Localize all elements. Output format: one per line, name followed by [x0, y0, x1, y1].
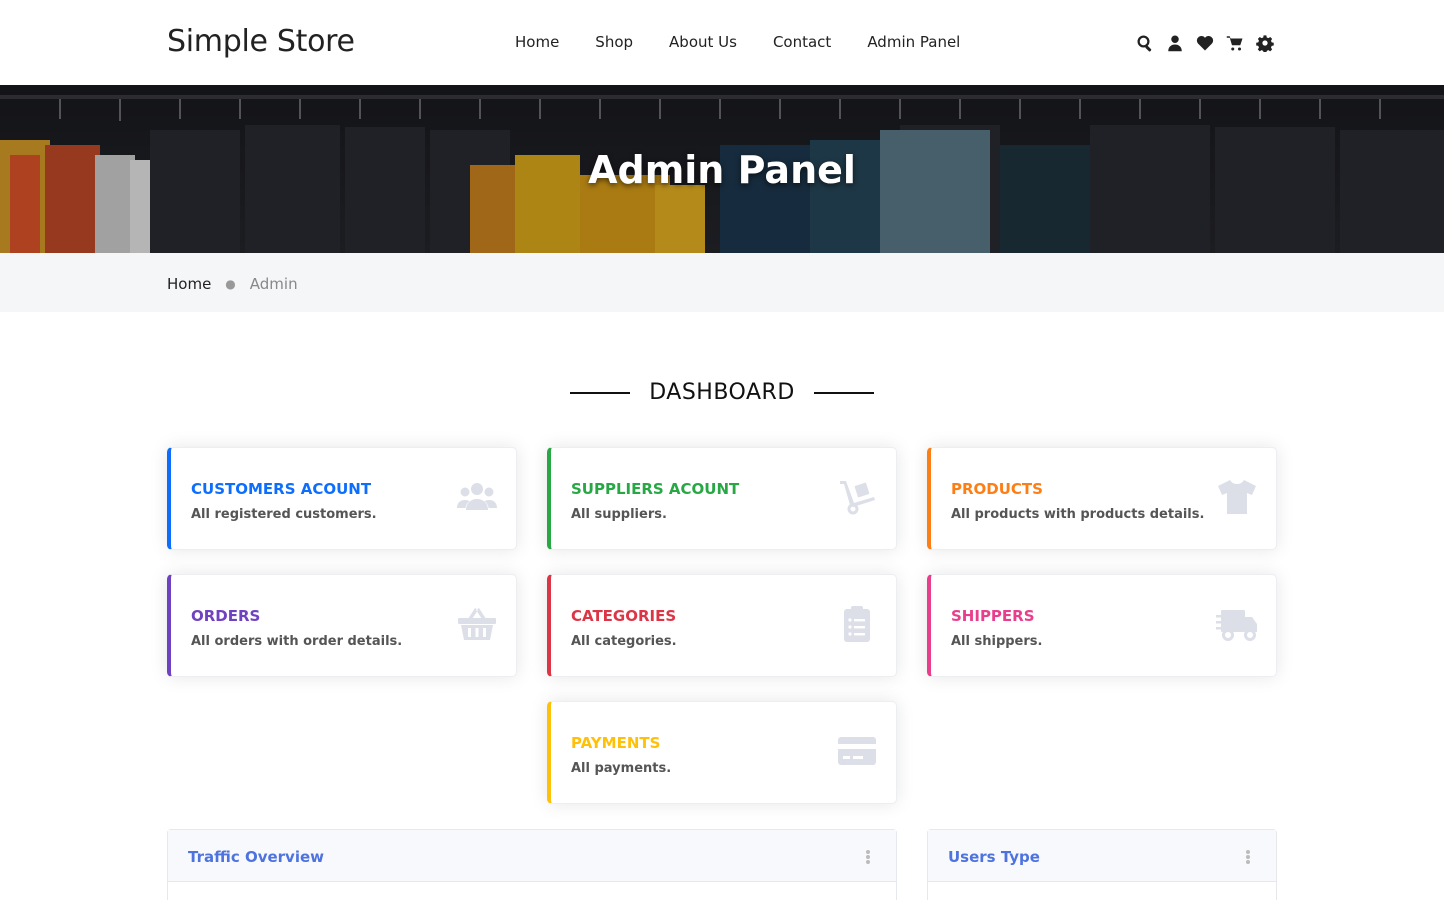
- brand-logo[interactable]: Simple Store: [167, 24, 355, 59]
- cart-icon[interactable]: [1226, 34, 1244, 52]
- card-description: All payments.: [571, 761, 672, 776]
- panel-title: Users Type: [948, 848, 1040, 866]
- card-products[interactable]: PRODUCTS All products with products deta…: [927, 447, 1277, 550]
- basket-icon: [456, 605, 498, 643]
- panel-header: Users Type: [928, 830, 1276, 882]
- dashboard-heading: DASHBOARD: [0, 380, 1444, 405]
- card-categories[interactable]: CATEGORIES All categories.: [547, 574, 897, 677]
- card-description: All orders with order details.: [191, 634, 403, 649]
- nav-about-us[interactable]: About Us: [669, 33, 737, 51]
- truck-icon: [1216, 605, 1258, 643]
- card-description: All suppliers.: [571, 507, 667, 522]
- card-title: SHIPPERS: [951, 607, 1035, 625]
- card-description: All registered customers.: [191, 507, 377, 522]
- card-description: All categories.: [571, 634, 677, 649]
- credit-card-icon: [836, 732, 878, 770]
- heading-line-right: [813, 391, 874, 394]
- site-header: Simple Store Home Shop About Us Contact …: [0, 0, 1444, 85]
- dashboard-title: DASHBOARD: [649, 380, 795, 405]
- nav-admin-panel[interactable]: Admin Panel: [867, 33, 960, 51]
- nav-home[interactable]: Home: [515, 33, 559, 51]
- header-icons: [1136, 34, 1286, 53]
- breadcrumb-home[interactable]: Home: [167, 275, 211, 293]
- card-title: PAYMENTS: [571, 734, 661, 752]
- search-icon[interactable]: [1136, 34, 1154, 52]
- gear-icon[interactable]: [1256, 34, 1274, 53]
- breadcrumb: Home ● Admin: [167, 275, 298, 293]
- main-nav: Home Shop About Us Contact Admin Panel: [515, 33, 996, 51]
- breadcrumb-bar: Home ● Admin: [0, 253, 1444, 312]
- hero-banner: Admin Panel: [0, 85, 1444, 253]
- card-title: CATEGORIES: [571, 607, 677, 625]
- user-icon[interactable]: [1166, 34, 1184, 52]
- panel-title: Traffic Overview: [188, 848, 324, 866]
- users-icon: [456, 478, 498, 516]
- card-orders[interactable]: ORDERS All orders with order details.: [167, 574, 517, 677]
- dolly-icon: [836, 478, 878, 516]
- card-customers[interactable]: CUSTOMERS ACOUNT All registered customer…: [167, 447, 517, 550]
- card-description: All products with products details.: [951, 507, 1205, 522]
- card-title: SUPPLIERS ACOUNT: [571, 480, 740, 498]
- breadcrumb-separator: ●: [225, 277, 236, 291]
- card-title: ORDERS: [191, 607, 261, 625]
- card-payments[interactable]: PAYMENTS All payments.: [547, 701, 897, 804]
- heading-line-left: [570, 391, 631, 394]
- more-options-icon[interactable]: [1246, 850, 1250, 864]
- nav-shop[interactable]: Shop: [595, 33, 633, 51]
- more-options-icon[interactable]: [866, 850, 870, 864]
- panel-header: Traffic Overview: [168, 830, 896, 882]
- traffic-overview-panel: Traffic Overview: [167, 829, 897, 900]
- card-suppliers[interactable]: SUPPLIERS ACOUNT All suppliers.: [547, 447, 897, 550]
- card-description: All shippers.: [951, 634, 1043, 649]
- clipboard-list-icon: [836, 605, 878, 643]
- tshirt-icon: [1216, 478, 1258, 516]
- breadcrumb-current: Admin: [249, 275, 298, 293]
- card-shippers[interactable]: SHIPPERS All shippers.: [927, 574, 1277, 677]
- card-title: CUSTOMERS ACOUNT: [191, 480, 372, 498]
- nav-contact[interactable]: Contact: [773, 33, 831, 51]
- heart-icon[interactable]: [1196, 34, 1214, 52]
- users-type-panel: Users Type: [927, 829, 1277, 900]
- page-title: Admin Panel: [588, 148, 856, 192]
- card-title: PRODUCTS: [951, 480, 1043, 498]
